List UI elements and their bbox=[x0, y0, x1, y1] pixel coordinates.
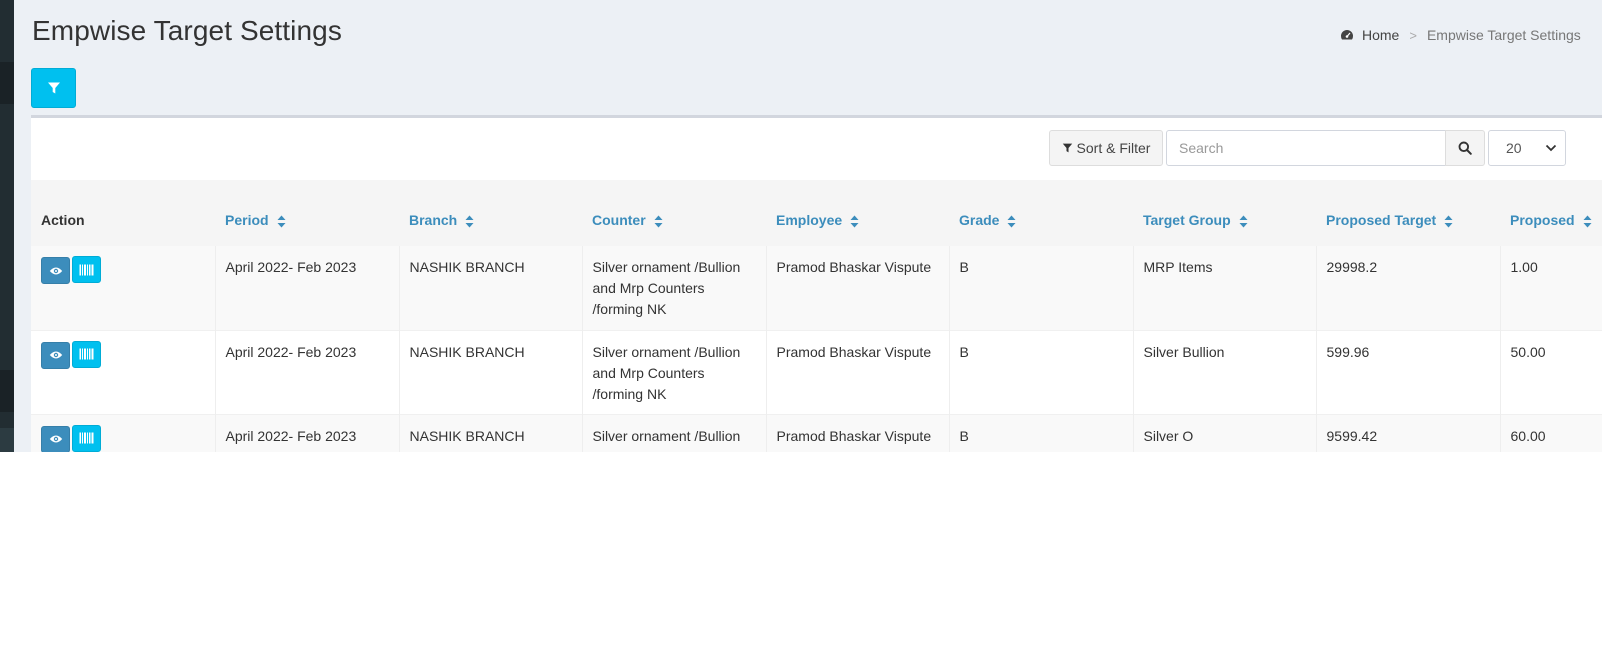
table-wrapper: Action Period Branch Counter Employee Grade Ta… bbox=[31, 180, 1602, 452]
column-header-employee[interactable]: Employee bbox=[766, 180, 949, 246]
cell-proposed: 60.00 bbox=[1499, 414, 1602, 452]
column-header-label: Branch bbox=[409, 212, 458, 228]
barcode-icon bbox=[79, 432, 94, 444]
cell-grade: B bbox=[948, 414, 1133, 452]
cell-employee: Pramod Bhaskar Vispute bbox=[765, 414, 949, 452]
cell-proposed-target: 29998.2 bbox=[1315, 246, 1500, 330]
column-header-label: Target Group bbox=[1143, 212, 1231, 228]
sort-filter-label: Sort & Filter bbox=[1076, 140, 1151, 156]
chevron-down-icon bbox=[1545, 144, 1557, 152]
column-header-period[interactable]: Period bbox=[215, 180, 399, 246]
view-button[interactable] bbox=[41, 341, 70, 369]
column-header-label: Period bbox=[225, 212, 269, 228]
cell-period: April 2022- Feb 2023 bbox=[214, 330, 399, 414]
barcode-icon bbox=[79, 264, 94, 275]
table-header-row: Action Period Branch Counter Employee Grade Ta… bbox=[31, 180, 1602, 246]
search-icon bbox=[1458, 141, 1472, 155]
barcode-button[interactable] bbox=[72, 424, 101, 452]
breadcrumb-current: Empwise Target Settings bbox=[1426, 27, 1581, 43]
target-settings-table: Action Period Branch Counter Employee Grade Ta… bbox=[31, 180, 1602, 452]
barcode-icon bbox=[79, 348, 94, 360]
table-body: April 2022- Feb 2023 NASHIK BRANCH Silver … bbox=[31, 246, 1602, 452]
cell-period: April 2022- Feb 2023 bbox=[214, 246, 399, 330]
content-area: Empwise Target Settings Home > Empwise T… bbox=[14, 0, 1602, 452]
page-size-value: 20 bbox=[1506, 140, 1522, 156]
breadcrumb-home-link[interactable]: Home bbox=[1362, 27, 1399, 43]
cell-branch: NASHIK BRANCH bbox=[398, 246, 582, 330]
cell-target-group: Silver Bullion bbox=[1132, 330, 1316, 414]
view-button[interactable] bbox=[41, 257, 70, 284]
sort-icon bbox=[1007, 215, 1016, 228]
barcode-button[interactable] bbox=[72, 256, 101, 283]
sort-icon bbox=[465, 215, 474, 228]
cell-counter: Silver ornament /Bullion and Mrp Counter… bbox=[581, 330, 766, 414]
row-actions bbox=[31, 246, 215, 330]
eye-icon bbox=[49, 435, 62, 443]
sidebar-edge bbox=[0, 0, 14, 452]
column-header-label: Counter bbox=[592, 212, 646, 228]
cell-counter: Silver ornament /Bullion and Mrp Counter… bbox=[581, 246, 766, 330]
eye-icon bbox=[49, 351, 62, 359]
cell-grade: B bbox=[948, 246, 1133, 330]
cell-employee: Pramod Bhaskar Vispute bbox=[765, 330, 949, 414]
column-header-proposed[interactable]: Proposed bbox=[1500, 180, 1602, 246]
table-row: April 2022- Feb 2023 NASHIK BRANCH Silver … bbox=[31, 246, 1602, 330]
table-row: April 2022- Feb 2023 NASHIK BRANCH Silver … bbox=[31, 330, 1602, 414]
cell-period: April 2022- Feb 2023 bbox=[214, 414, 399, 452]
page-title: Empwise Target Settings bbox=[32, 15, 342, 46]
cell-counter: Silver ornament /Bullion and Mrp Counter… bbox=[581, 414, 766, 452]
filter-icon bbox=[47, 82, 60, 94]
cell-branch: NASHIK BRANCH bbox=[398, 414, 582, 452]
column-header-label: Proposed bbox=[1510, 212, 1575, 228]
sort-icon bbox=[1583, 215, 1592, 228]
column-header-label: Grade bbox=[959, 212, 1000, 228]
cell-proposed: 1.00 bbox=[1499, 246, 1602, 330]
column-header-action: Action bbox=[31, 180, 215, 246]
view-button[interactable] bbox=[41, 425, 70, 452]
column-header-grade[interactable]: Grade bbox=[949, 180, 1133, 246]
breadcrumb-separator: > bbox=[1409, 27, 1417, 43]
column-header-label: Employee bbox=[776, 212, 843, 228]
breadcrumb: Home > Empwise Target Settings bbox=[1340, 27, 1581, 43]
column-header-branch[interactable]: Branch bbox=[399, 180, 582, 246]
sort-icon bbox=[850, 215, 859, 228]
cell-target-group: Silver O bbox=[1132, 414, 1316, 452]
sort-filter-button[interactable]: Sort & Filter bbox=[1049, 130, 1163, 166]
eye-icon bbox=[49, 267, 62, 274]
column-header-label: Proposed Target bbox=[1326, 212, 1437, 228]
cell-proposed-target: 599.96 bbox=[1315, 330, 1500, 414]
page-size-select[interactable]: 20 bbox=[1488, 130, 1566, 166]
filter-icon bbox=[1062, 143, 1072, 153]
viewport: Empwise Target Settings Home > Empwise T… bbox=[0, 0, 1602, 452]
cell-employee: Pramod Bhaskar Vispute bbox=[765, 246, 949, 330]
cell-grade: B bbox=[948, 330, 1133, 414]
cell-proposed: 50.00 bbox=[1499, 330, 1602, 414]
filter-toggle-button[interactable] bbox=[31, 68, 76, 108]
sort-icon bbox=[654, 215, 663, 228]
column-header-label: Action bbox=[41, 212, 85, 228]
dashboard-icon bbox=[1340, 28, 1354, 42]
search-button[interactable] bbox=[1445, 130, 1485, 166]
column-header-target-group[interactable]: Target Group bbox=[1133, 180, 1316, 246]
cell-target-group: MRP Items bbox=[1132, 246, 1316, 330]
sort-icon bbox=[1444, 215, 1453, 228]
sort-icon bbox=[277, 215, 286, 228]
row-actions bbox=[31, 330, 215, 414]
data-table-box: Sort & Filter 20 bbox=[31, 115, 1602, 452]
cell-branch: NASHIK BRANCH bbox=[398, 330, 582, 414]
cell-proposed-target: 9599.42 bbox=[1315, 414, 1500, 452]
column-header-counter[interactable]: Counter bbox=[582, 180, 766, 246]
table-row: April 2022- Feb 2023 NASHIK BRANCH Silver … bbox=[31, 414, 1602, 452]
sort-icon bbox=[1239, 215, 1248, 228]
column-header-proposed-target[interactable]: Proposed Target bbox=[1316, 180, 1500, 246]
row-actions bbox=[31, 414, 215, 452]
barcode-button[interactable] bbox=[72, 340, 101, 368]
search-input[interactable] bbox=[1166, 130, 1446, 166]
